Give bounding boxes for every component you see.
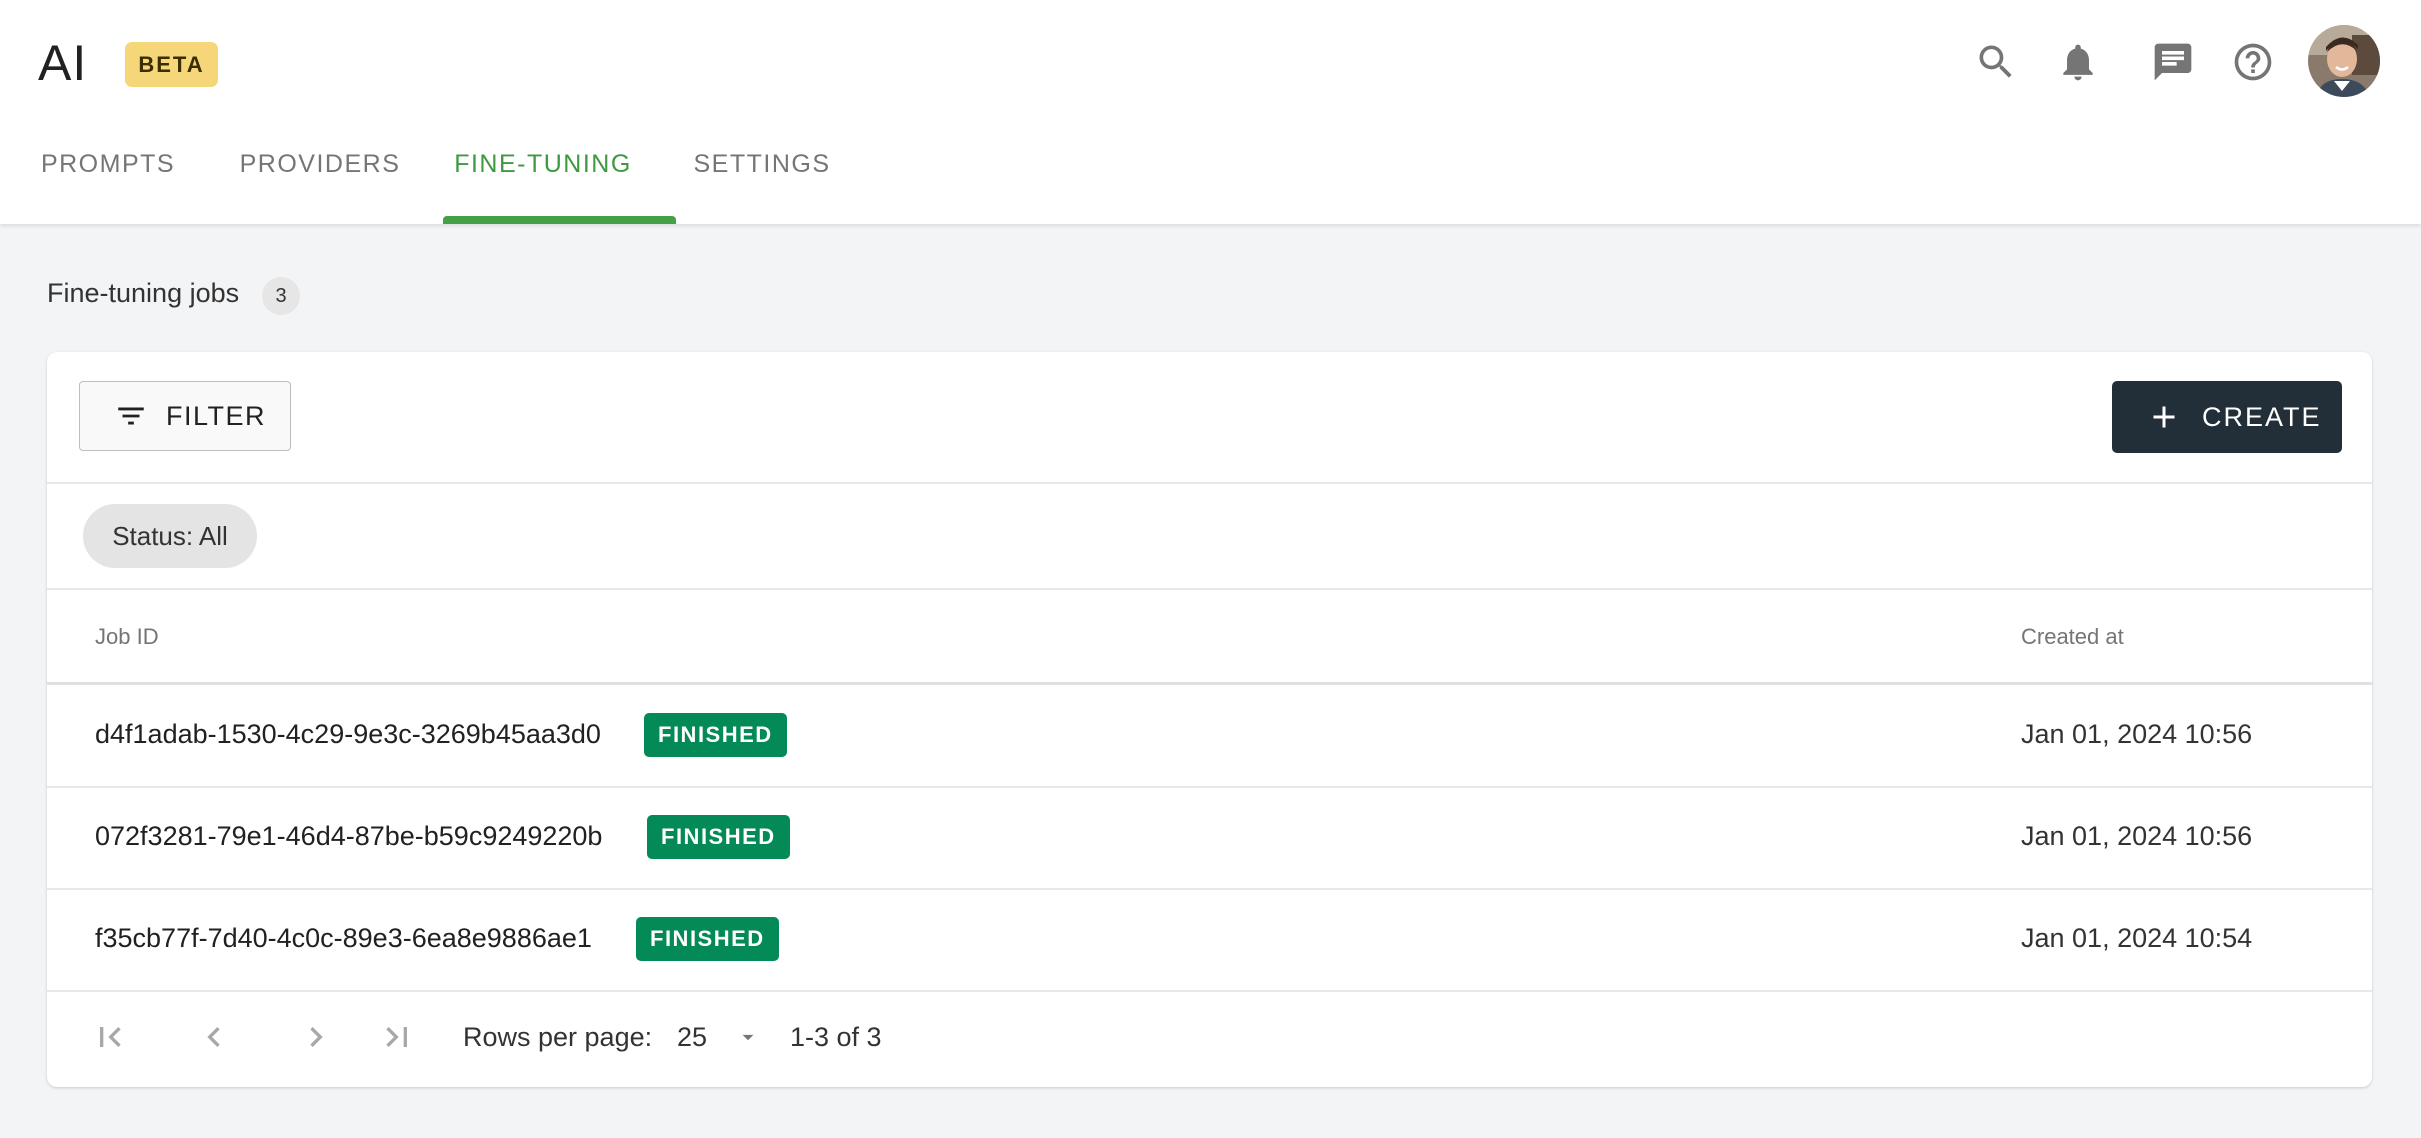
chevron-left-icon	[207, 1027, 220, 1047]
chat-icon[interactable]	[2149, 38, 2197, 86]
help-icon[interactable]	[2229, 38, 2277, 86]
status-filter-chip[interactable]: Status: All	[83, 504, 257, 568]
job-count-badge: 3	[262, 277, 300, 315]
beta-badge: BETA	[125, 42, 218, 87]
job-id: d4f1adab-1530-4c29-9e3c-3269b45aa3d0	[95, 719, 601, 749]
column-header-job-id[interactable]: Job ID	[95, 624, 159, 650]
tab-fine-tuning[interactable]: FINE-TUNING	[443, 150, 643, 224]
rows-per-page-select[interactable]: 25	[671, 1012, 761, 1062]
section-title: Fine-tuning jobs	[47, 278, 240, 308]
active-tab-indicator	[443, 216, 676, 224]
created-at: Jan 01, 2024 10:54	[2021, 923, 2253, 953]
divider	[47, 482, 2372, 484]
plus-icon	[2153, 406, 2175, 428]
filter-button[interactable]: FILTER	[79, 381, 291, 451]
pagination-range: 1-3 of 3	[790, 1022, 882, 1052]
previous-page-button[interactable]	[191, 1014, 237, 1060]
last-page-button[interactable]	[374, 1014, 420, 1060]
rows-per-page-value: 25	[677, 1021, 708, 1052]
table-row[interactable]: 072f3281-79e1-46d4-87be-b59c9249220b FIN…	[47, 787, 2372, 887]
created-at: Jan 01, 2024 10:56	[2021, 821, 2253, 851]
top-app-bar: AI BETA PROMPTS PROVIDERS FINE-TUNING SE…	[0, 0, 2421, 224]
first-page-icon	[100, 1027, 121, 1047]
jobs-table-card: FILTER CREATE Status: All Job ID Created…	[47, 352, 2372, 1087]
bell-icon[interactable]	[2054, 38, 2102, 86]
last-page-icon	[386, 1027, 407, 1047]
create-button[interactable]: CREATE	[2112, 381, 2342, 453]
column-header-created-at[interactable]: Created at	[2021, 624, 2124, 650]
status-badge: FINISHED	[647, 815, 790, 859]
job-id: f35cb77f-7d40-4c0c-89e3-6ea8e9886ae1	[95, 923, 592, 953]
table-row[interactable]: f35cb77f-7d40-4c0c-89e3-6ea8e9886ae1 FIN…	[47, 889, 2372, 989]
search-icon[interactable]	[1972, 38, 2020, 86]
row-divider	[47, 990, 2372, 992]
divider	[47, 588, 2372, 590]
app-title: AI	[38, 35, 88, 91]
dropdown-arrow-icon	[742, 1034, 754, 1041]
status-badge: FINISHED	[636, 917, 779, 961]
tab-providers[interactable]: PROVIDERS	[230, 150, 410, 224]
avatar[interactable]	[2308, 25, 2380, 97]
status-badge: FINISHED	[644, 713, 787, 757]
filter-icon	[118, 407, 144, 425]
filter-button-label: FILTER	[166, 400, 267, 431]
created-at: Jan 01, 2024 10:56	[2021, 719, 2253, 749]
tab-prompts[interactable]: PROMPTS	[38, 150, 178, 224]
tab-settings[interactable]: SETTINGS	[677, 150, 847, 224]
job-id: 072f3281-79e1-46d4-87be-b59c9249220b	[95, 821, 603, 851]
create-button-label: CREATE	[2202, 401, 2322, 432]
first-page-button[interactable]	[87, 1014, 133, 1060]
table-row[interactable]: d4f1adab-1530-4c29-9e3c-3269b45aa3d0 FIN…	[47, 685, 2372, 785]
chevron-right-icon	[310, 1027, 323, 1047]
next-page-button[interactable]	[293, 1014, 339, 1060]
rows-per-page-label: Rows per page:	[463, 1022, 653, 1052]
